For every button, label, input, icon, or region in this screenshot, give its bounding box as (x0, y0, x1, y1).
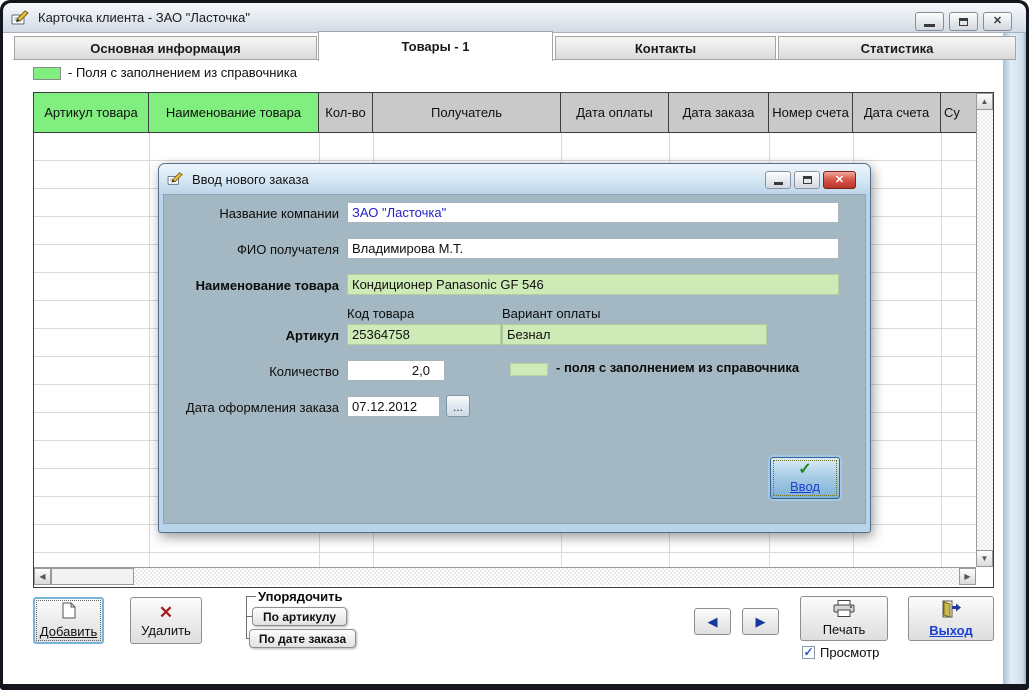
recipient-label: ФИО получателя (164, 240, 339, 260)
print-button[interactable]: Печать (800, 596, 888, 641)
order-bracket-tick (246, 596, 256, 597)
delete-button[interactable]: ✕ Удалить (130, 597, 202, 644)
column-header-order-date: Дата заказа (669, 93, 769, 133)
dialog-controls: ✕ (765, 171, 856, 189)
grid-column-line (941, 133, 942, 567)
hscroll-thumb[interactable] (51, 568, 134, 585)
submit-order-button[interactable]: ✓ Ввод (770, 457, 840, 499)
order-bracket-line (246, 596, 247, 639)
print-button-label: Печать (823, 622, 866, 637)
left-arrow-icon: ◀ (708, 615, 718, 628)
order-by-date-button[interactable]: По дате заказа (249, 629, 356, 648)
legend-green-swatch (33, 67, 61, 80)
quantity-label: Количество (164, 362, 339, 382)
vertical-scrollbar[interactable]: ▲ ▼ (976, 93, 993, 567)
checkbox-check-icon: ✓ (803, 646, 813, 658)
check-icon: ✓ (798, 462, 811, 478)
close-button[interactable]: ✕ (983, 12, 1012, 31)
dialog-title: Ввод нового заказа (192, 172, 309, 187)
order-date-label: Дата оформления заказа (164, 398, 339, 418)
company-label: Название компании (164, 204, 339, 224)
dialog-app-icon (167, 172, 184, 186)
payment-option-label: Вариант оплаты (502, 307, 600, 321)
close-icon: ✕ (993, 16, 1002, 27)
tab-products[interactable]: Товары - 1 (318, 31, 553, 61)
recipient-input[interactable] (347, 238, 839, 259)
column-header-invoice-date: Дата счета (853, 93, 941, 133)
tab-statistics[interactable]: Статистика (778, 36, 1016, 60)
maximize-icon (959, 18, 968, 26)
column-header-article: Артикул товара (34, 93, 149, 133)
previous-record-button[interactable]: ◀ (694, 608, 731, 635)
quantity-input[interactable] (347, 360, 445, 381)
column-header-product-name: Наименование товара (149, 93, 319, 133)
dialog-body: Название компании ФИО получателя Наимено… (163, 194, 866, 524)
add-button[interactable]: Добавить (33, 597, 104, 644)
dialog-legend-text: - поля с заполнением из справочника (556, 360, 799, 375)
window-title: Карточка клиента - ЗАО "Ласточка" (38, 10, 250, 25)
add-button-label: Добавить (40, 624, 97, 639)
scroll-up-icon: ▲ (981, 98, 989, 106)
minimize-icon (924, 24, 935, 27)
title-bar[interactable]: Карточка клиента - ЗАО "Ласточка" ✕ (3, 3, 1026, 33)
legend-text: - Поля с заполнением из справочника (68, 65, 297, 80)
product-code-label: Код товара (347, 307, 414, 321)
window-frame-right (1003, 33, 1026, 684)
minimize-button[interactable] (915, 12, 944, 31)
article-label: Артикул (164, 326, 339, 346)
column-header-invoice-number: Номер счета (769, 93, 853, 133)
payment-option-input[interactable] (502, 324, 767, 345)
scroll-left-button[interactable]: ◀ (34, 568, 51, 585)
new-document-icon (62, 602, 76, 622)
exit-door-icon (940, 600, 962, 621)
product-label: Наименование товара (164, 276, 339, 296)
app-icon (11, 10, 30, 26)
scrollbar-corner (976, 567, 993, 587)
company-input[interactable] (347, 202, 839, 223)
tab-contacts[interactable]: Контакты (555, 36, 776, 60)
grid-column-line (149, 133, 150, 567)
order-group-label: Упорядочить (258, 589, 343, 604)
column-header-payment-date: Дата оплаты (561, 93, 669, 133)
window-controls: ✕ (915, 12, 1012, 31)
scroll-up-button[interactable]: ▲ (976, 93, 993, 110)
dialog-maximize-button[interactable] (794, 171, 820, 189)
column-header-recipient: Получатель (373, 93, 561, 133)
column-header-sum: Су (941, 93, 976, 133)
exit-button[interactable]: Выход (908, 596, 994, 641)
delete-x-icon: ✕ (159, 604, 173, 621)
close-icon: ✕ (835, 175, 844, 186)
new-order-dialog: Ввод нового заказа ✕ Название компании Ф… (158, 163, 871, 533)
product-input[interactable] (347, 274, 839, 295)
minimize-icon (774, 182, 783, 185)
order-date-input[interactable] (347, 396, 440, 417)
printer-icon (833, 600, 855, 620)
date-browse-button[interactable]: ... (446, 395, 470, 417)
scroll-right-icon: ▶ (964, 573, 970, 581)
dialog-close-button[interactable]: ✕ (823, 171, 856, 189)
exit-button-label: Выход (929, 623, 972, 638)
dialog-title-bar[interactable]: Ввод нового заказа ✕ (159, 164, 870, 194)
dialog-legend-swatch (510, 363, 548, 376)
scroll-right-button[interactable]: ▶ (959, 568, 976, 585)
main-window: Карточка клиента - ЗАО "Ласточка" ✕ Осно… (0, 0, 1029, 690)
dialog-minimize-button[interactable] (765, 171, 791, 189)
article-input[interactable] (347, 324, 501, 345)
scroll-left-icon: ◀ (39, 573, 45, 581)
scroll-down-button[interactable]: ▼ (976, 550, 993, 567)
order-by-article-button[interactable]: По артикулу (252, 607, 347, 626)
right-arrow-icon: ▶ (756, 615, 766, 628)
next-record-button[interactable]: ▶ (742, 608, 779, 635)
preview-checkbox-label: Просмотр (820, 645, 879, 660)
preview-checkbox[interactable]: ✓ (802, 646, 815, 659)
horizontal-scrollbar[interactable]: ◀ ▶ (34, 567, 976, 585)
scroll-down-icon: ▼ (981, 555, 989, 563)
tab-main-info[interactable]: Основная информация (14, 36, 317, 60)
submit-button-label: Ввод (790, 479, 820, 494)
maximize-button[interactable] (949, 12, 978, 31)
column-header-quantity: Кол-во (319, 93, 373, 133)
delete-button-label: Удалить (141, 623, 191, 638)
table-header-row: Артикул товара Наименование товара Кол-в… (34, 93, 976, 133)
maximize-icon (803, 176, 812, 184)
